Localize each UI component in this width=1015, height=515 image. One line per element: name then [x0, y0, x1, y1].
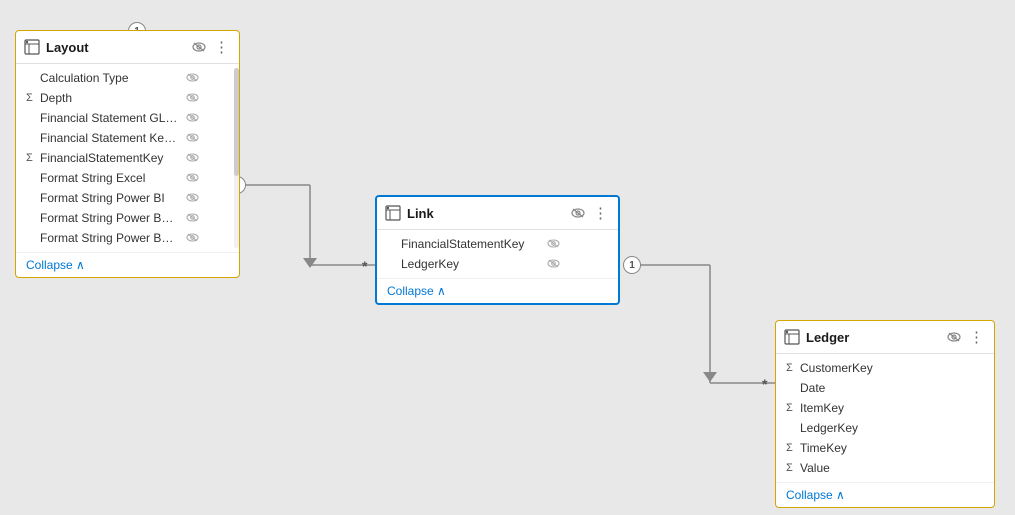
- ledger-header-actions: ⋮: [945, 327, 986, 347]
- layout-field-row: Calculation Type: [16, 68, 239, 88]
- layout-field-row: Format String Power B…: [16, 228, 239, 248]
- layout-more-icon[interactable]: ⋮: [212, 37, 231, 57]
- link-right-badge: 1: [623, 256, 641, 274]
- layout-header-actions: ⋮: [190, 37, 231, 57]
- canvas: 1 1 * 1 * Layout: [0, 0, 1015, 515]
- field-eye-icon[interactable]: [186, 151, 199, 165]
- field-eye-icon[interactable]: [186, 71, 199, 85]
- ledger-top-arrow: [703, 372, 717, 382]
- ledger-field-row: LedgerKey: [776, 418, 994, 438]
- field-value: Value: [800, 461, 940, 475]
- layout-field-row: Financial Statement GL…: [16, 108, 239, 128]
- link-table-icon: [385, 205, 401, 221]
- sigma-icon: Σ: [786, 442, 796, 454]
- field-link-financial-statement-key: FinancialStatementKey: [401, 237, 541, 251]
- layout-field-row: Format String Power B…: [16, 208, 239, 228]
- field-format-string-power-b2: Format String Power B…: [40, 231, 180, 245]
- field-customer-key: CustomerKey: [800, 361, 940, 375]
- ledger-field-row: Σ ItemKey: [776, 398, 994, 418]
- field-date: Date: [800, 381, 940, 395]
- ledger-card-title: Ledger: [806, 330, 945, 345]
- layout-card: Layout ⋮ Calculation Type: [15, 30, 240, 278]
- link-card-title: Link: [407, 206, 569, 221]
- ledger-card-footer: Collapse ∧: [776, 482, 994, 507]
- field-eye-icon[interactable]: [186, 91, 199, 105]
- ledger-table-icon: [784, 329, 800, 345]
- field-depth: Depth: [40, 91, 180, 105]
- link-card: Link ⋮ FinancialStatementKey: [375, 195, 620, 305]
- link-field-row: LedgerKey: [377, 254, 618, 274]
- sigma-icon: Σ: [26, 92, 36, 104]
- field-time-key: TimeKey: [800, 441, 940, 455]
- ledger-field-row: Σ TimeKey: [776, 438, 994, 458]
- field-financial-statement-ke: Financial Statement Ke…: [40, 131, 180, 145]
- ledger-field-row: Σ CustomerKey: [776, 358, 994, 378]
- ledger-card-header: Ledger ⋮: [776, 321, 994, 354]
- link-card-footer: Collapse ∧: [377, 278, 618, 303]
- layout-field-row: Financial Statement Ke…: [16, 128, 239, 148]
- field-financial-statement-gl: Financial Statement GL…: [40, 111, 180, 125]
- link-collapse-link[interactable]: Collapse ∧: [387, 284, 446, 298]
- layout-card-title: Layout: [46, 40, 190, 55]
- link-field-row: FinancialStatementKey: [377, 234, 618, 254]
- link-card-header: Link ⋮: [377, 197, 618, 230]
- field-ledger-key: LedgerKey: [800, 421, 940, 435]
- field-eye-icon[interactable]: [547, 257, 560, 271]
- field-calculation-type: Calculation Type: [40, 71, 180, 85]
- link-many-label: *: [362, 258, 367, 274]
- field-format-string-excel: Format String Excel: [40, 171, 180, 185]
- layout-table-icon: [24, 39, 40, 55]
- field-eye-icon[interactable]: [186, 111, 199, 125]
- link-left-arrow: [303, 258, 317, 268]
- sigma-icon: Σ: [786, 362, 796, 374]
- ledger-collapse-link[interactable]: Collapse ∧: [786, 488, 845, 502]
- field-eye-icon[interactable]: [186, 191, 199, 205]
- field-eye-icon[interactable]: [186, 211, 199, 225]
- field-financial-statement-key: FinancialStatementKey: [40, 151, 180, 165]
- layout-card-header: Layout ⋮: [16, 31, 239, 64]
- ledger-field-row: Date: [776, 378, 994, 398]
- sigma-icon: Σ: [26, 152, 36, 164]
- layout-field-row: Σ FinancialStatementKey: [16, 148, 239, 168]
- ledger-more-icon[interactable]: ⋮: [967, 327, 986, 347]
- ledger-card: Ledger ⋮ Σ CustomerKey Date: [775, 320, 995, 508]
- link-header-actions: ⋮: [569, 203, 610, 223]
- layout-field-row: Σ Depth: [16, 88, 239, 108]
- layout-visibility-icon[interactable]: [190, 39, 208, 56]
- sigma-icon: Σ: [786, 402, 796, 414]
- field-link-ledger-key: LedgerKey: [401, 257, 541, 271]
- layout-card-footer: Collapse ∧: [16, 252, 239, 277]
- field-format-string-power-bi: Format String Power BI: [40, 191, 180, 205]
- link-card-body: FinancialStatementKey LedgerKey: [377, 230, 618, 278]
- layout-card-body: Calculation Type Σ Depth Financial State…: [16, 64, 239, 252]
- link-visibility-icon[interactable]: [569, 205, 587, 222]
- sigma-icon: Σ: [786, 462, 796, 474]
- ledger-field-row: Σ Value: [776, 458, 994, 478]
- field-format-string-power-b1: Format String Power B…: [40, 211, 180, 225]
- field-eye-icon[interactable]: [186, 171, 199, 185]
- ledger-visibility-icon[interactable]: [945, 329, 963, 346]
- layout-field-row: Format String Excel: [16, 168, 239, 188]
- field-item-key: ItemKey: [800, 401, 940, 415]
- ledger-card-body: Σ CustomerKey Date Σ ItemKey LedgerKey Σ…: [776, 354, 994, 482]
- field-eye-icon[interactable]: [186, 131, 199, 145]
- link-more-icon[interactable]: ⋮: [591, 203, 610, 223]
- field-eye-icon[interactable]: [186, 231, 199, 245]
- layout-collapse-link[interactable]: Collapse ∧: [26, 258, 85, 272]
- field-eye-icon[interactable]: [547, 237, 560, 251]
- ledger-many-label: *: [762, 376, 767, 392]
- layout-field-row: Format String Power BI: [16, 188, 239, 208]
